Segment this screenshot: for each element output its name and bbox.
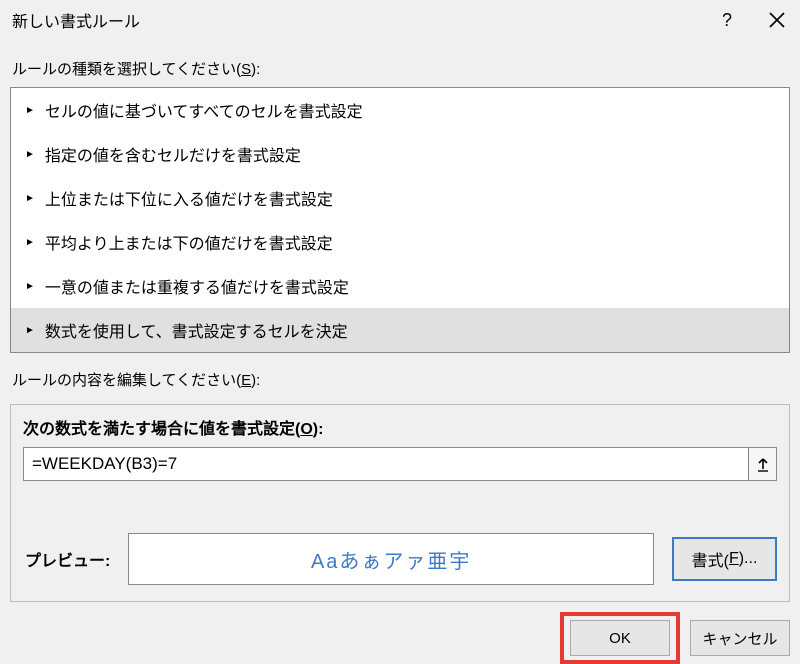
list-marker-icon: ► — [25, 281, 35, 292]
preview-box: Aaあぁアァ亜宇 — [128, 533, 654, 585]
list-marker-icon: ► — [25, 193, 35, 204]
preview-row: プレビュー: Aaあぁアァ亜宇 書式(F)... — [23, 533, 777, 585]
titlebar: 新しい書式ルール ? — [0, 0, 800, 42]
cancel-button[interactable]: キャンセル — [690, 620, 790, 656]
rule-type-list[interactable]: ► セルの値に基づいてすべてのセルを書式設定 ► 指定の値を含むセルだけを書式設定 ► 上… — [10, 87, 790, 353]
rule-edit-panel: 次の数式を満たす場合に値を書式設定(O): プレビュー: Aaあぁアァ亜宇 書式… — [10, 404, 790, 602]
dialog-footer: OK キャンセル — [0, 602, 800, 664]
rule-edit-label: ルールの内容を編集してください(E): — [0, 353, 800, 398]
list-marker-icon: ► — [25, 325, 35, 336]
rule-type-item[interactable]: ► 数式を使用して、書式設定するセルを決定 — [11, 308, 789, 352]
rule-type-item-label: 指定の値を含むセルだけを書式設定 — [45, 142, 301, 166]
rule-type-label: ルールの種類を選択してください(S): — [0, 42, 800, 87]
preview-label: プレビュー: — [23, 547, 110, 571]
rule-type-item[interactable]: ► 上位または下位に入る値だけを書式設定 — [11, 176, 789, 220]
formula-label: 次の数式を満たす場合に値を書式設定(O): — [23, 415, 777, 439]
close-icon[interactable] — [768, 11, 786, 29]
rule-type-item[interactable]: ► 平均より上または下の値だけを書式設定 — [11, 220, 789, 264]
list-marker-icon: ► — [25, 149, 35, 160]
formula-row — [23, 447, 777, 481]
list-marker-icon: ► — [25, 237, 35, 248]
rule-type-item-label: 上位または下位に入る値だけを書式設定 — [45, 186, 333, 210]
rule-type-item-label: セルの値に基づいてすべてのセルを書式設定 — [45, 98, 363, 122]
ok-button[interactable]: OK — [570, 620, 670, 656]
help-icon[interactable]: ? — [722, 10, 732, 31]
rule-type-item-label: 一意の値または重複する値だけを書式設定 — [45, 274, 349, 298]
formula-input[interactable] — [23, 447, 749, 481]
rule-type-item[interactable]: ► 一意の値または重複する値だけを書式設定 — [11, 264, 789, 308]
ok-highlight: OK — [560, 612, 680, 664]
titlebar-right: ? — [722, 10, 786, 31]
format-button[interactable]: 書式(F)... — [672, 537, 777, 581]
dialog-title: 新しい書式ルール — [12, 8, 140, 32]
collapse-dialog-icon[interactable] — [749, 447, 777, 481]
list-marker-icon: ► — [25, 105, 35, 116]
rule-type-item[interactable]: ► 指定の値を含むセルだけを書式設定 — [11, 132, 789, 176]
rule-type-item-label: 数式を使用して、書式設定するセルを決定 — [45, 318, 348, 342]
rule-type-item[interactable]: ► セルの値に基づいてすべてのセルを書式設定 — [11, 88, 789, 132]
rule-type-item-label: 平均より上または下の値だけを書式設定 — [45, 230, 333, 254]
